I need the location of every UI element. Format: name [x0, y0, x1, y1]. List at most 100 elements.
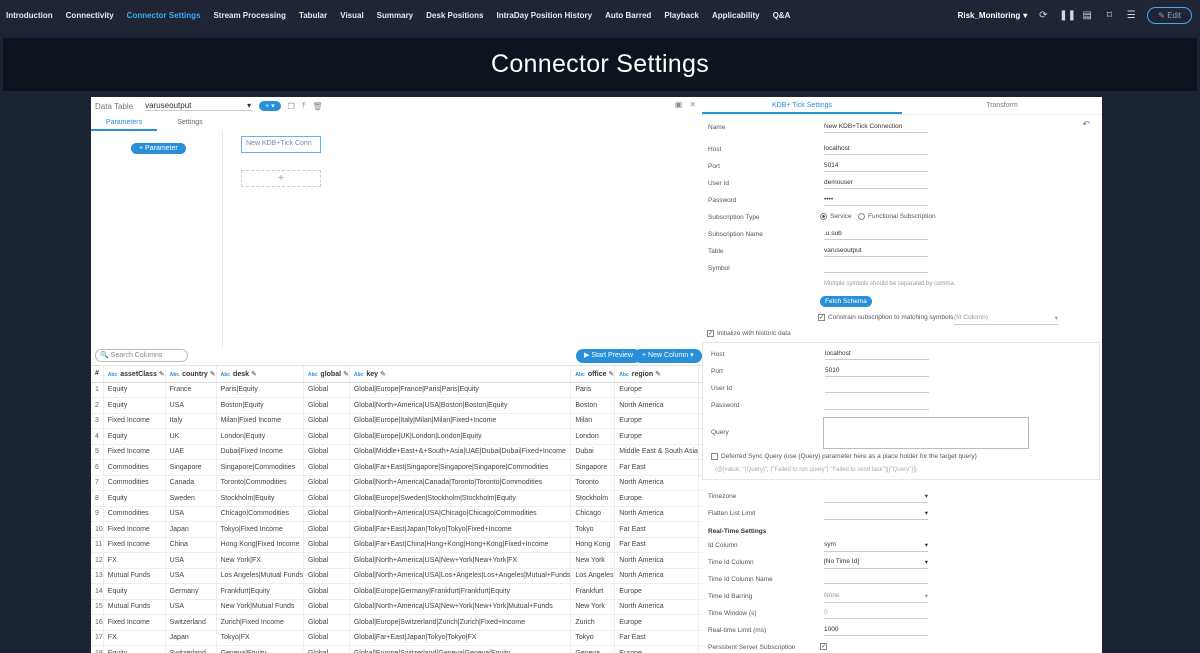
table-row[interactable]: 1 Equity France Paris|Equity Global Global|Eu…	[91, 382, 702, 398]
edit-button[interactable]: ✎ Edit	[1147, 7, 1192, 24]
save-icon[interactable]: ▣	[675, 100, 683, 109]
pause-icon[interactable]: ❚❚	[1059, 10, 1076, 21]
tab-transform[interactable]: Transform	[902, 97, 1102, 114]
h-host-field[interactable]: localhost	[825, 350, 929, 360]
edit-column-icon[interactable]: ✎	[157, 371, 164, 378]
column-header[interactable]: Abc global ✎	[303, 366, 350, 383]
tab-kdb-settings[interactable]: KDB+ Tick Settings	[702, 97, 902, 114]
table-row[interactable]: 17 FX Japan Tokyo|FX Global Global|Far+East|J…	[91, 630, 702, 646]
tab-stream-processing[interactable]: Stream Processing	[213, 11, 285, 20]
timeid-select[interactable]: [No Time Id] ▾	[824, 558, 928, 569]
tab-introduction[interactable]: Introduction	[6, 11, 53, 20]
search-columns-input[interactable]: 🔍 Search Columns	[95, 349, 188, 362]
tab-desk-positions[interactable]: Desk Positions	[426, 11, 483, 20]
tab-connector-settings[interactable]: Connector Settings	[127, 11, 201, 20]
edit-column-icon[interactable]: ✎	[249, 371, 257, 378]
tab-playback[interactable]: Playback	[664, 11, 699, 20]
table-row[interactable]: 10 Fixed Income Japan Tokyo|Fixed Income Glo…	[91, 521, 702, 538]
tab-visual[interactable]: Visual	[340, 11, 363, 20]
undo-icon[interactable]: ↶	[1082, 119, 1090, 130]
h-query-textarea[interactable]	[823, 417, 1029, 449]
name-field[interactable]: New KDB+Tick Connection	[824, 123, 928, 133]
table-row[interactable]: 12 FX USA New York|FX Global Global|North+Ame…	[91, 552, 702, 569]
port-field[interactable]: 5014	[824, 162, 928, 172]
constrain-select[interactable]: (Id Column) ▾	[954, 314, 1058, 325]
tab-applicability[interactable]: Applicability	[712, 11, 760, 20]
subname-field[interactable]: .u.sub	[824, 230, 928, 240]
table-row[interactable]: 9 Commodities USA Chicago|Commodities Global…	[91, 506, 702, 522]
tab-q-a[interactable]: Q&A	[773, 11, 791, 20]
user-field[interactable]: demouser	[824, 179, 928, 189]
constrain-checkbox[interactable]: ✓ Constrain subscription to matching symb…	[818, 314, 953, 321]
start-preview-button[interactable]: ▶ Start Preview	[576, 349, 641, 363]
table-row[interactable]: 16 Fixed Income Switzerland Zurich|Fixed In…	[91, 614, 702, 631]
fetch-schema-button[interactable]: Fetch Schema	[820, 296, 872, 307]
edit-column-icon[interactable]: ✎	[378, 371, 386, 378]
copy-icon[interactable]: ❐	[288, 102, 295, 111]
tab-connectivity[interactable]: Connectivity	[66, 11, 114, 20]
table-row[interactable]: 13 Mutual Funds USA Los Angeles|Mutual Fund…	[91, 568, 702, 584]
timebarring-select[interactable]: None ▾	[824, 592, 928, 603]
h-port-field[interactable]: 5010	[825, 367, 929, 377]
menu-icon[interactable]: ☰	[1125, 10, 1137, 21]
idcol-select[interactable]: sym ▾	[824, 541, 928, 552]
rtlimit-field[interactable]: 1000	[824, 626, 928, 636]
table-row[interactable]: 8 Equity Sweden Stockholm|Equity Global Globa…	[91, 490, 702, 507]
table-field[interactable]: varuseoutput	[824, 247, 928, 257]
tab-parameters[interactable]: Parameters	[91, 115, 157, 131]
symbol-field[interactable]	[824, 264, 928, 273]
deferred-checkbox[interactable]: Deferred Sync Query (use {Query} paramet…	[711, 453, 977, 460]
tab-auto-barred[interactable]: Auto Barred	[605, 11, 651, 20]
trash-icon[interactable]: 🗑	[312, 102, 322, 111]
column-header[interactable]: Abc assetClass ✎	[103, 366, 166, 383]
add-data-table-button[interactable]: + ▾	[259, 101, 281, 111]
add-parameter-button[interactable]: + Parameter	[131, 143, 186, 154]
table-row[interactable]: 6 Commodities Singapore Singapore|Commoditi…	[91, 459, 702, 476]
persistent-checkbox[interactable]: ✓	[820, 643, 827, 650]
data-table-select[interactable]: varuseoutput ▾	[145, 101, 254, 111]
table-row[interactable]: 18EquitySwitzerlandGeneva|EquityGlobalGl…	[91, 645, 702, 653]
subtype-service-radio[interactable]: Service	[820, 213, 852, 220]
h-user-field[interactable]	[825, 384, 929, 393]
upload-icon[interactable]: ⤒	[302, 101, 306, 111]
edit-column-icon[interactable]: ✎	[208, 371, 215, 378]
timezone-select[interactable]: ▾	[824, 492, 928, 503]
column-header[interactable]: Abc office ✎	[570, 366, 616, 383]
init-historic-checkbox[interactable]: ✓ Initialize with historic data	[707, 330, 791, 337]
timeidname-field[interactable]	[824, 575, 928, 584]
column-header[interactable]: Abc key ✎	[349, 366, 572, 383]
connection-item[interactable]: New KDB+Tick Conn	[241, 136, 321, 153]
host-field[interactable]: localhost	[824, 145, 928, 155]
bookmark-icon[interactable]: ⌑	[1103, 10, 1115, 21]
refresh-icon[interactable]: ⟳	[1037, 10, 1049, 21]
flatten-select[interactable]: ▾	[824, 509, 928, 520]
table-row[interactable]: 7 Commodities Canada Toronto|Commodities Glo…	[91, 475, 702, 491]
tab-settings[interactable]: Settings	[157, 115, 223, 131]
tab-intraday-position-history[interactable]: IntraDay Position History	[497, 11, 593, 20]
password-field[interactable]: ••••	[824, 196, 928, 206]
subtype-functional-radio[interactable]: Functional Subscription	[858, 213, 936, 220]
column-header[interactable]: Abc country ✎	[165, 366, 217, 383]
timewindow-field[interactable]: 0	[824, 609, 928, 619]
edit-column-icon[interactable]: ✎	[606, 371, 613, 378]
table-row[interactable]: 14 Equity Germany Frankfurt|Equity Global Glo…	[91, 583, 702, 600]
dashboard-select[interactable]: Risk_Monitoring ▾	[958, 11, 1028, 20]
table-row[interactable]: 15 Mutual Funds USA New York|Mutual Funds Gl…	[91, 599, 702, 615]
document-icon[interactable]: ▤	[1081, 10, 1093, 21]
table-row[interactable]: 2 Equity USA Boston|Equity Global Global|Nort…	[91, 397, 702, 414]
table-row[interactable]: 4 Equity UK London|Equity Global Global|Europ…	[91, 428, 702, 445]
h-password-field[interactable]	[825, 401, 929, 410]
new-column-button[interactable]: + New Column ▾	[634, 349, 702, 363]
column-header[interactable]: #	[91, 366, 104, 383]
tab-summary[interactable]: Summary	[377, 11, 413, 20]
edit-column-icon[interactable]: ✎	[653, 371, 661, 378]
column-header[interactable]: Abc desk ✎	[216, 366, 304, 383]
tab-tabular[interactable]: Tabular	[299, 11, 327, 20]
table-row[interactable]: 3 Fixed Income Italy Milan|Fixed Income Glob…	[91, 413, 702, 429]
close-icon[interactable]: ✕	[689, 100, 696, 109]
edit-column-icon[interactable]: ✎	[341, 371, 348, 378]
add-connection-button[interactable]: +	[241, 170, 321, 187]
table-row[interactable]: 5 Fixed Income UAE Dubai|Fixed Income Global…	[91, 444, 702, 460]
column-header[interactable]: Abc region ✎	[614, 366, 699, 383]
table-row[interactable]: 11 Fixed Income China Hong Kong|Fixed Incom…	[91, 537, 702, 553]
